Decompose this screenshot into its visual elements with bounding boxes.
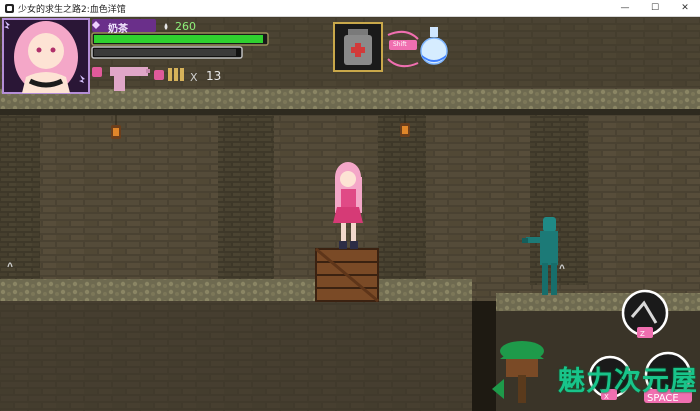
minimize-button[interactable]: — — [610, 0, 640, 16]
upper-ledge — [0, 89, 700, 111]
medkit-slot[interactable] — [333, 22, 383, 72]
stamina-bar — [91, 46, 243, 59]
resource-count: 260 — [175, 20, 196, 33]
wooden-crate[interactable] — [315, 247, 379, 303]
game-viewport[interactable]: X 奶茶 260 13 Shift Z X SPACE 魅力次元屋 — [0, 17, 700, 411]
character-portrait — [2, 18, 90, 94]
shift-key-label: Shift — [393, 41, 407, 48]
stamina-bar-fill — [94, 49, 236, 56]
app-icon — [5, 3, 14, 13]
game-window: 少女的求生之路2:血色洋馆 — ☐ ✕ X 奶茶 260 13 Shift Z … — [0, 0, 700, 411]
heart-badge-icon — [92, 67, 102, 77]
key-e-badge-icon — [154, 70, 164, 80]
maximize-button[interactable]: ☐ — [640, 0, 670, 16]
window-title: 少女的求生之路2:血色洋馆 — [18, 4, 126, 15]
window-controls: — ☐ ✕ — [610, 0, 700, 16]
health-bar-fill — [94, 35, 263, 43]
ammo-multiplier: X — [190, 71, 198, 84]
close-button[interactable]: ✕ — [670, 0, 700, 16]
window-titlebar: 少女的求生之路2:血色洋馆 — ☐ ✕ — [0, 0, 700, 17]
watermark-text: 魅力次元屋 — [558, 366, 698, 397]
ammo-count: 13 — [206, 69, 222, 83]
bullet-icon — [168, 68, 184, 81]
character-name: 奶茶 — [108, 24, 128, 35]
game-scene: X — [0, 17, 700, 411]
attack-key-label: Z — [640, 330, 645, 338]
